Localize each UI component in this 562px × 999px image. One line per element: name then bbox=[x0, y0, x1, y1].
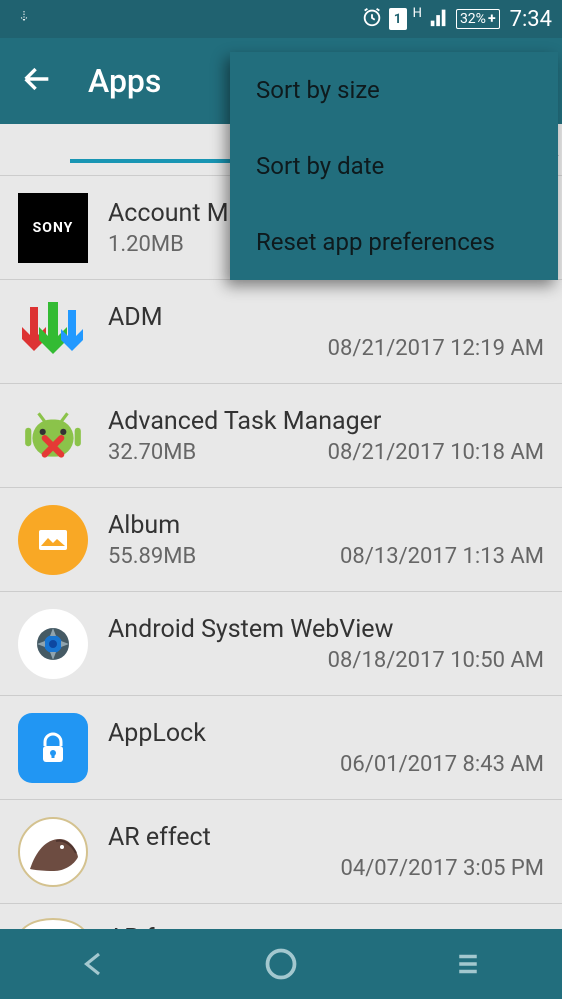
app-icon-ar-fun bbox=[18, 918, 88, 929]
app-date: 08/13/2017 1:13 AM bbox=[340, 544, 544, 569]
app-icon-webview bbox=[18, 609, 88, 679]
app-size: 55.89MB bbox=[108, 544, 196, 569]
app-icon-adm bbox=[18, 297, 88, 367]
app-name: Android System WebView bbox=[108, 615, 544, 644]
app-icon-applock bbox=[18, 713, 88, 783]
list-item[interactable]: Android System WebView 08/18/2017 10:50 … bbox=[0, 592, 562, 696]
download-indicator-icon bbox=[16, 9, 32, 30]
list-item[interactable]: AR effect 04/07/2017 3:05 PM bbox=[0, 800, 562, 904]
app-name: Album bbox=[108, 511, 544, 540]
list-item[interactable]: ADM 08/21/2017 12:19 AM bbox=[0, 280, 562, 384]
nav-home-icon[interactable] bbox=[260, 943, 302, 985]
menu-sort-by-date[interactable]: Sort by date bbox=[230, 128, 558, 204]
app-icon-sony: SONY bbox=[18, 193, 88, 263]
app-icon-album bbox=[18, 505, 88, 575]
nav-recent-icon[interactable] bbox=[447, 943, 489, 985]
overflow-menu: Sort by size Sort by date Reset app pref… bbox=[230, 52, 558, 280]
battery-icon: 32% + bbox=[456, 9, 500, 29]
app-name: Advanced Task Manager bbox=[108, 407, 544, 436]
list-item[interactable]: Advanced Task Manager 32.70MB 08/21/2017 … bbox=[0, 384, 562, 488]
alarm-icon bbox=[361, 6, 383, 33]
app-date: 08/21/2017 12:19 AM bbox=[328, 336, 544, 361]
page-title: Apps bbox=[88, 62, 161, 100]
sim-icon: 1 bbox=[389, 8, 407, 30]
list-item[interactable]: AppLock 06/01/2017 8:43 AM bbox=[0, 696, 562, 800]
app-date: 08/18/2017 10:50 AM bbox=[328, 648, 544, 673]
menu-reset-app-preferences[interactable]: Reset app preferences bbox=[230, 204, 558, 280]
app-date: 04/07/2017 3:05 PM bbox=[341, 856, 545, 881]
nav-back-icon[interactable] bbox=[73, 943, 115, 985]
app-list[interactable]: SONY Account M 1.20MB ADM 08/21/2017 12:… bbox=[0, 176, 562, 929]
app-name: AppLock bbox=[108, 719, 544, 748]
app-date: 06/01/2017 8:43 AM bbox=[340, 752, 544, 777]
status-bar: 1 H 32% + 7:34 bbox=[0, 0, 562, 38]
app-size: 1.20MB bbox=[108, 232, 184, 257]
list-item[interactable]: AR fun bbox=[0, 904, 562, 929]
back-icon[interactable] bbox=[20, 62, 54, 100]
app-size: 32.70MB bbox=[108, 440, 196, 465]
app-name: AR effect bbox=[108, 823, 544, 852]
app-icon-atm bbox=[18, 401, 88, 471]
app-date: 08/21/2017 10:18 AM bbox=[328, 440, 544, 465]
signal-icon bbox=[428, 6, 450, 33]
app-icon-ar-effect bbox=[18, 817, 88, 887]
clock: 7:34 bbox=[510, 7, 552, 32]
navigation-bar bbox=[0, 929, 562, 999]
menu-sort-by-size[interactable]: Sort by size bbox=[230, 52, 558, 128]
list-item[interactable]: Album 55.89MB 08/13/2017 1:13 AM bbox=[0, 488, 562, 592]
network-label: H bbox=[413, 6, 422, 21]
app-name: ADM bbox=[108, 303, 544, 332]
